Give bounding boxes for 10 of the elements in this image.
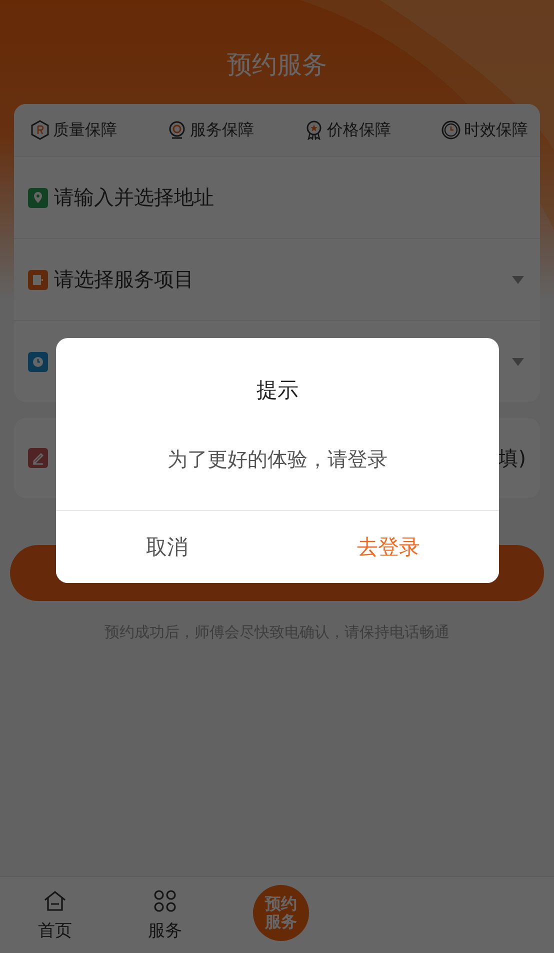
dialog-title: 提示 [256,377,300,404]
row-placeholder: 请输入并选择地址 [54,184,214,211]
page-title: 预约服务 [227,49,327,81]
row-placeholder: 填) [498,444,526,472]
guarantee-label: 时效保障 [464,120,528,140]
row-placeholder: 请选择服务项目 [54,266,194,293]
dialog-message: 为了更好的体验，请登录 [166,446,388,473]
guarantee-label: 价格保障 [327,120,391,140]
guarantee-label: 质量保障 [53,120,117,140]
guarantee-label: 服务保障 [190,120,254,140]
